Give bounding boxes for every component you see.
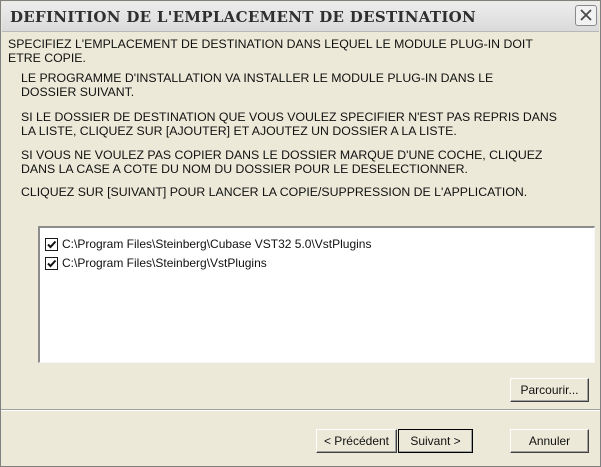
folder-checkbox[interactable] — [45, 237, 58, 251]
destination-folder-list[interactable]: C:\Program Files\Steinberg\Cubase VST32 … — [38, 226, 595, 363]
list-item[interactable]: C:\Program Files\Steinberg\VstPlugins — [45, 255, 267, 271]
list-item[interactable]: C:\Program Files\Steinberg\Cubase VST32 … — [45, 236, 371, 252]
installer-dialog: DEFINITION DE L'EMPLACEMENT DE DESTINATI… — [0, 0, 601, 467]
back-button[interactable]: < Précédent — [316, 429, 397, 453]
instruction-specify: SPECIFIEZ L'EMPLACEMENT DE DESTINATION D… — [8, 37, 533, 65]
next-button[interactable]: Suivant > — [398, 429, 473, 453]
instruction-deselect: SI VOUS NE VOULEZ PAS COPIER DANS LE DOS… — [21, 148, 543, 176]
title-bar[interactable]: DEFINITION DE L'EMPLACEMENT DE DESTINATI… — [2, 2, 599, 32]
checkmark-icon — [47, 259, 57, 267]
folder-path: C:\Program Files\Steinberg\Cubase VST32 … — [62, 237, 372, 251]
browse-button[interactable]: Parcourir... — [510, 378, 589, 402]
window-title: DEFINITION DE L'EMPLACEMENT DE DESTINATI… — [10, 8, 477, 26]
folder-checkbox[interactable] — [45, 256, 58, 270]
cancel-button[interactable]: Annuler — [510, 429, 589, 453]
instruction-next: CLIQUEZ SUR [SUIVANT] POUR LANCER LA COP… — [21, 185, 528, 199]
folder-path: C:\Program Files\Steinberg\VstPlugins — [62, 256, 267, 270]
checkmark-icon — [47, 240, 57, 248]
close-icon — [580, 9, 592, 21]
instruction-installer: LE PROGRAMME D'INSTALLATION VA INSTALLER… — [21, 71, 494, 99]
instruction-add-folder: SI LE DOSSIER DE DESTINATION QUE VOUS VO… — [21, 110, 558, 138]
divider — [1, 409, 600, 411]
close-button[interactable] — [575, 5, 597, 26]
